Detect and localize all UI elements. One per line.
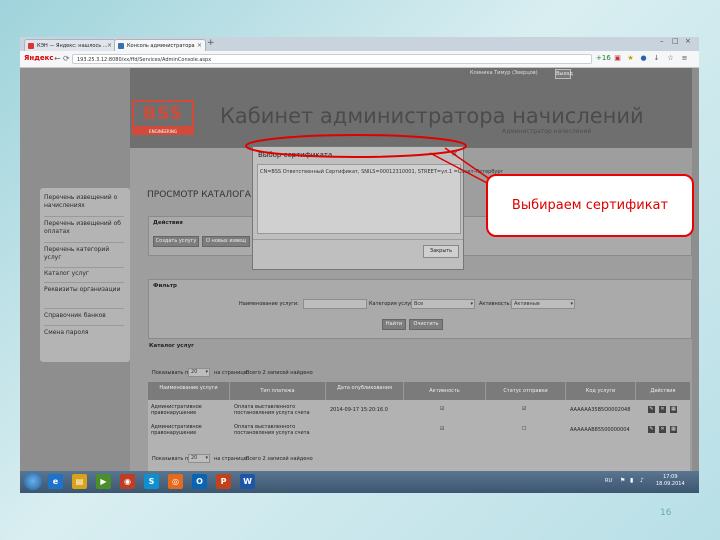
slide-page-number: 16 bbox=[660, 508, 672, 518]
highlight-ellipse bbox=[245, 134, 467, 158]
annotation-overlay bbox=[245, 134, 492, 185]
annotation-callout: Выбираем сертификат bbox=[486, 174, 694, 237]
